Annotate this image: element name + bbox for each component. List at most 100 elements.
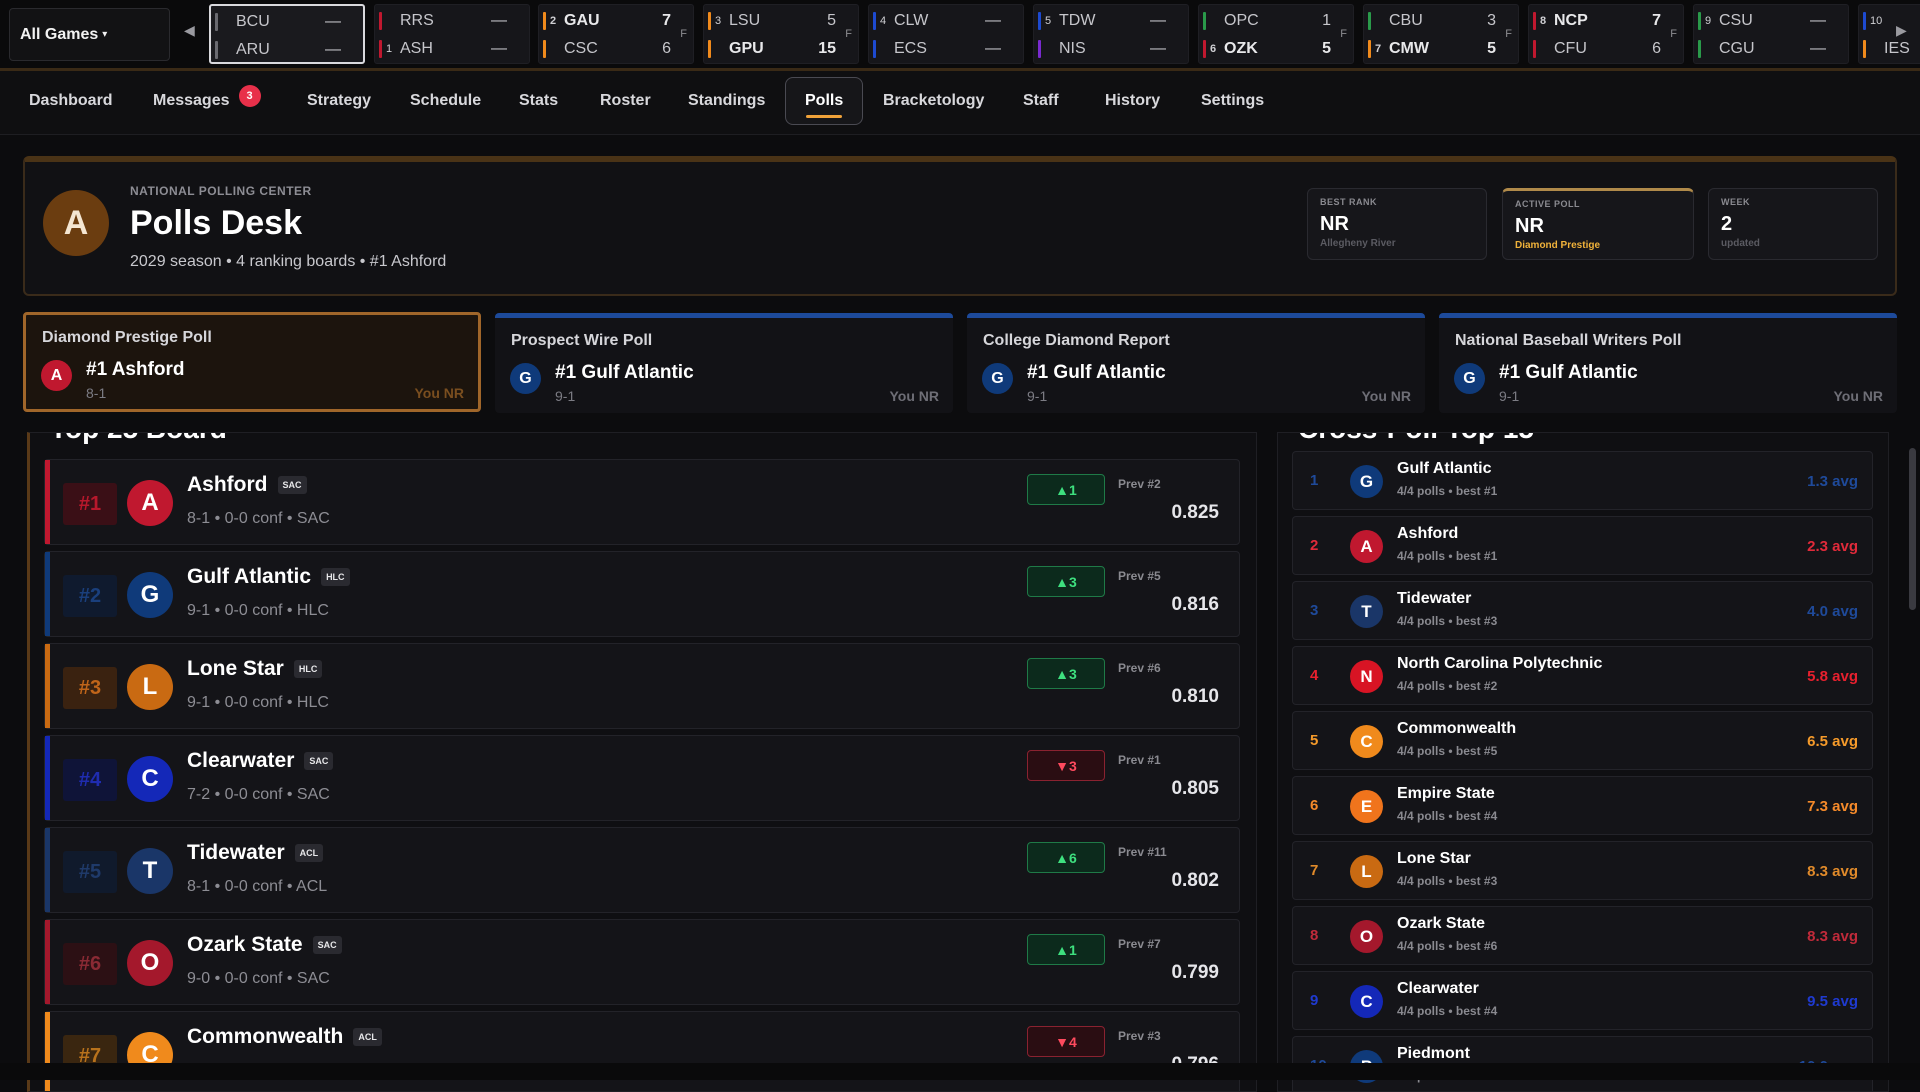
game-card[interactable]: OPC 1 6 OZK 5 F <box>1198 4 1354 64</box>
team-abbr: CGU <box>1719 40 1755 57</box>
tab-label: Standings <box>688 92 766 109</box>
tab-stats[interactable]: Stats <box>519 77 558 125</box>
page-scrollbar[interactable] <box>1909 448 1916 610</box>
board-team-row[interactable]: #2 G Gulf Atlantic HLC 9-1 • 0-0 conf • HLC ▲… <box>44 551 1240 637</box>
game-team-row: 10 <box>1859 8 1920 34</box>
tab-standings[interactable]: Standings <box>688 77 765 125</box>
conference-tag: SAC <box>304 752 334 771</box>
rank-stripe <box>45 1012 50 1091</box>
game-card[interactable]: RRS — 1 ASH — <box>374 4 530 64</box>
stat-sub: Allegheny River <box>1320 238 1396 249</box>
team-name: Tidewater ACL <box>187 841 324 865</box>
tab-messages[interactable]: Messages 3 <box>153 77 261 125</box>
scores-ticker: All Games ▾ ◀ BCU — ARU — RRS — 1 ASH — 2 GAU 7 CSC 6… <box>0 0 1920 71</box>
average-rank: 2.3 avg <box>1807 538 1858 555</box>
cross-poll-row[interactable]: 1 G Gulf Atlantic 4/4 polls • best #1 1.3 av… <box>1292 451 1873 510</box>
board-team-row[interactable]: #1 A Ashford SAC 8-1 • 0-0 conf • SAC ▲1 Prev … <box>44 459 1240 545</box>
rank-badge: #4 <box>63 759 117 801</box>
team-color-bar <box>1203 40 1206 58</box>
poll-card[interactable]: Prospect Wire Poll G #1 Gulf Atlantic 9-1 Yo… <box>495 313 953 413</box>
team-avatar: T <box>1350 595 1383 628</box>
team-name: Tidewater <box>1397 590 1472 607</box>
leader-record: 8-1 <box>86 385 107 401</box>
game-card[interactable]: CBU 3 7 CMW 5 F <box>1363 4 1519 64</box>
rank-badge: #2 <box>63 575 117 617</box>
poll-coverage: 4/4 polls • best #3 <box>1397 874 1498 888</box>
tab-roster[interactable]: Roster <box>600 77 651 125</box>
game-team-row: IES <box>1859 36 1920 62</box>
cross-poll-row[interactable]: 2 A Ashford 4/4 polls • best #1 2.3 avg <box>1292 516 1873 575</box>
rank-stripe <box>45 644 50 728</box>
game-team-row: NIS — <box>1034 36 1166 62</box>
games-filter-label: All Games <box>20 25 99 43</box>
team-abbr: OPC <box>1224 12 1259 29</box>
board-team-row[interactable]: #4 C Clearwater SAC 7-2 • 0-0 conf • SAC ▼3 Pr… <box>44 735 1240 821</box>
cross-poll-row[interactable]: 8 O Ozark State 4/4 polls • best #6 8.3 avg <box>1292 906 1873 965</box>
board-team-row[interactable]: #5 T Tidewater ACL 8-1 • 0-0 conf • ACL ▲6 Pre… <box>44 827 1240 913</box>
cross-poll-row[interactable]: 5 C Commonwealth 4/4 polls • best #5 6.5 avg <box>1292 711 1873 770</box>
scroll-right-icon[interactable]: ▶ <box>1896 22 1907 39</box>
tab-staff[interactable]: Staff <box>1023 77 1059 125</box>
game-card[interactable]: 3 LSU 5 GPU 15 F <box>703 4 859 64</box>
tab-label: Staff <box>1023 92 1059 109</box>
conference-tag: SAC <box>277 476 307 495</box>
poll-card[interactable]: Diamond Prestige Poll A #1 Ashford 8-1 You N… <box>23 312 481 412</box>
tab-bracketology[interactable]: Bracketology <box>883 77 984 125</box>
cross-poll-row[interactable]: 3 T Tidewater 4/4 polls • best #3 4.0 avg <box>1292 581 1873 640</box>
cross-poll-row[interactable]: 6 E Empire State 4/4 polls • best #4 7.3 avg <box>1292 776 1873 835</box>
tab-label: Polls <box>805 92 844 109</box>
team-avatar: O <box>1350 920 1383 953</box>
rank-change-badge: ▲3 <box>1027 658 1105 689</box>
cross-poll-row[interactable]: 7 L Lone Star 4/4 polls • best #3 8.3 avg <box>1292 841 1873 900</box>
game-card[interactable]: 10 IES <box>1858 4 1920 64</box>
stat-best-rank: BEST RANK NR Allegheny River <box>1307 188 1487 260</box>
poll-name: National Baseball Writers Poll <box>1455 332 1682 349</box>
team-seed: 5 <box>1045 15 1052 27</box>
leader-record: 9-1 <box>1499 388 1520 404</box>
game-team-row: CSC 6 <box>539 36 671 62</box>
team-name: Clearwater SAC <box>187 749 334 773</box>
tab-history[interactable]: History <box>1105 77 1160 125</box>
game-team-row: BCU — <box>211 9 341 35</box>
tab-label: History <box>1105 92 1161 109</box>
board-team-row[interactable]: #6 O Ozark State SAC 9-0 • 0-0 conf • SAC ▲1 P… <box>44 919 1240 1005</box>
team-name-text: Clearwater <box>187 749 295 772</box>
game-card[interactable]: 5 TDW — NIS — <box>1033 4 1189 64</box>
team-name: Lone Star <box>1397 850 1471 867</box>
scroll-left-icon[interactable]: ◀ <box>184 22 195 39</box>
team-name: Commonwealth <box>1397 720 1517 737</box>
cross-rank: 4 <box>1310 667 1319 684</box>
game-card[interactable]: 8 NCP 7 CFU 6 F <box>1528 4 1684 64</box>
game-card[interactable]: 2 GAU 7 CSC 6 F <box>538 4 694 64</box>
poll-card[interactable]: National Baseball Writers Poll G #1 Gulf A… <box>1439 313 1897 413</box>
team-color-bar <box>873 40 876 58</box>
team-score: 6 <box>662 40 671 57</box>
game-team-row: GPU 15 <box>704 36 836 62</box>
games-filter-dropdown[interactable]: All Games ▾ <box>9 8 170 61</box>
tab-polls[interactable]: Polls <box>785 77 864 125</box>
team-score: 5 <box>827 12 836 29</box>
team-color-bar <box>215 13 218 31</box>
cross-poll-row[interactable]: 4 N North Carolina Polytechnic 4/4 polls • … <box>1292 646 1873 705</box>
tab-dashboard[interactable]: Dashboard <box>29 77 113 125</box>
poll-coverage: 4/4 polls • best #4 <box>1397 809 1498 823</box>
team-avatar: A <box>127 480 173 526</box>
game-card[interactable]: 4 CLW — ECS — <box>868 4 1024 64</box>
team-name-text: Lone Star <box>187 657 284 680</box>
team-score: — <box>985 40 1001 57</box>
poll-card[interactable]: College Diamond Report G #1 Gulf Atlantic 9… <box>967 313 1425 413</box>
board-team-row[interactable]: #3 L Lone Star HLC 9-1 • 0-0 conf • HLC ▲3 Pre… <box>44 643 1240 729</box>
team-color-bar <box>1533 40 1536 58</box>
game-card[interactable]: 9 CSU — CGU — <box>1693 4 1849 64</box>
game-team-row: CFU 6 <box>1529 36 1661 62</box>
cross-poll-row[interactable]: 9 C Clearwater 4/4 polls • best #4 9.5 avg <box>1292 971 1873 1030</box>
tab-schedule[interactable]: Schedule <box>410 77 481 125</box>
game-card[interactable]: BCU — ARU — <box>209 4 365 64</box>
tab-settings[interactable]: Settings <box>1201 77 1264 125</box>
stat-active-poll: ACTIVE POLL NR Diamond Prestige <box>1502 188 1694 260</box>
team-score: — <box>1150 40 1166 57</box>
team-name: Empire State <box>1397 785 1495 802</box>
team-color-bar <box>1368 12 1371 30</box>
team-avatar: A <box>41 360 72 391</box>
tab-strategy[interactable]: Strategy <box>307 77 371 125</box>
